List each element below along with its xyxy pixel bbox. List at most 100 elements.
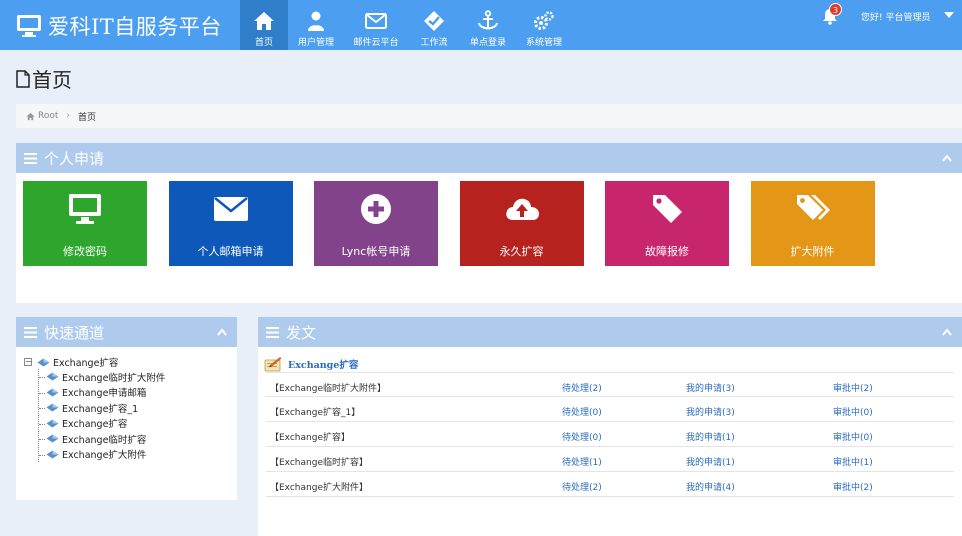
top-navbar: 爱科IT自服务平台 首页 用户管理 邮件云平台 工作流 单点登录 系统管理 3 … xyxy=(0,0,962,50)
tile-change-password[interactable]: 修改密码 xyxy=(23,181,147,266)
nav-mail-cloud[interactable]: 邮件云平台 xyxy=(344,0,408,50)
diamond-node-icon xyxy=(46,434,59,443)
docs-group-header[interactable]: Exchange扩容 xyxy=(264,356,358,372)
pending-link[interactable]: 待处理(0) xyxy=(562,405,602,418)
chevron-up-icon[interactable] xyxy=(942,328,952,336)
nav-user-management[interactable]: 用户管理 xyxy=(288,0,344,50)
tile-label: 故障报修 xyxy=(645,245,689,258)
pending-link[interactable]: 待处理(1) xyxy=(562,455,602,468)
tree-item[interactable]: Exchange扩容_1 xyxy=(38,400,165,416)
tile-mailbox-application[interactable]: 个人邮箱申请 xyxy=(168,181,293,266)
doc-name: 【Exchange扩容】 xyxy=(270,433,350,443)
tile-permanent-expansion[interactable]: 永久扩容 xyxy=(459,181,584,266)
table-row: 【Exchange扩大附件】 待处理(2) 我的申请(4) 审批中(2) xyxy=(266,472,954,497)
tile-fault-report[interactable]: 故障报修 xyxy=(605,181,729,266)
page-title: 首页 xyxy=(16,64,72,93)
user-menu-caret-icon[interactable] xyxy=(944,12,954,18)
personal-panel-header: 个人申请 xyxy=(16,143,962,173)
brand-title: 爱科IT自服务平台 xyxy=(48,15,222,39)
page-title-text: 首页 xyxy=(32,68,72,92)
tree-item-label: Exchange扩大附件 xyxy=(62,450,147,462)
tree-item-label: Exchange申请邮箱 xyxy=(62,388,147,400)
nav-system-management-label: 系统管理 xyxy=(525,38,562,48)
docs-table: 【Exchange临时扩大附件】 待处理(2) 我的申请(3) 审批中(2) 【… xyxy=(266,372,954,497)
collapse-toggle-icon[interactable]: − xyxy=(24,358,32,366)
chevron-up-icon[interactable] xyxy=(942,154,952,162)
tile-lync-account[interactable]: Lync帐号申请 xyxy=(314,181,438,266)
nav-user-management-label: 用户管理 xyxy=(297,38,334,48)
pending-link[interactable]: 待处理(2) xyxy=(562,480,602,493)
check-badge-icon xyxy=(424,11,444,31)
user-greeting[interactable]: 您好! 平台管理员 xyxy=(861,10,930,23)
nav-sso-label: 单点登录 xyxy=(469,38,506,48)
my-applications-link[interactable]: 我的申请(3) xyxy=(686,405,735,418)
quick-panel-header: 快速通道 xyxy=(16,317,237,347)
tags-icon xyxy=(796,195,830,220)
tile-label: 永久扩容 xyxy=(499,245,544,258)
diamond-node-icon xyxy=(46,450,59,459)
breadcrumb: Root › 首页 xyxy=(16,104,962,128)
nav-workflow-label: 工作流 xyxy=(420,38,448,48)
list-icon xyxy=(24,326,37,338)
nav-mail-cloud-label: 邮件云平台 xyxy=(353,38,399,48)
nav-home[interactable]: 首页 xyxy=(240,0,288,50)
main-nav: 首页 用户管理 邮件云平台 工作流 单点登录 系统管理 xyxy=(240,0,572,50)
gears-icon xyxy=(534,11,554,30)
tree-item[interactable]: Exchange临时扩容 xyxy=(38,431,165,447)
approving-link[interactable]: 审批中(2) xyxy=(833,381,873,394)
breadcrumb-root[interactable]: Root xyxy=(38,111,58,121)
my-applications-link[interactable]: 我的申请(3) xyxy=(686,381,735,394)
pending-link[interactable]: 待处理(0) xyxy=(562,430,602,443)
breadcrumb-current: 首页 xyxy=(78,112,97,123)
nav-home-label: 首页 xyxy=(254,38,273,48)
nav-workflow[interactable]: 工作流 xyxy=(408,0,460,50)
notification-badge: 3 xyxy=(829,3,842,16)
table-row: 【Exchange临时扩大附件】 待处理(2) 我的申请(3) 审批中(2) xyxy=(266,372,954,397)
document-icon xyxy=(16,69,30,88)
monitor-icon xyxy=(17,15,41,37)
docs-group-title: Exchange扩容 xyxy=(288,360,359,371)
nav-sso[interactable]: 单点登录 xyxy=(460,0,516,50)
notebook-pen-icon xyxy=(264,357,282,372)
tree-root[interactable]: − Exchange扩容 xyxy=(24,355,165,369)
table-row: 【Exchange临时扩容】 待处理(1) 我的申请(1) 审批中(1) xyxy=(266,447,954,472)
diamond-node-icon xyxy=(46,388,59,397)
monitor-icon xyxy=(69,194,101,224)
approving-link[interactable]: 审批中(0) xyxy=(833,405,873,418)
envelope-icon xyxy=(213,197,248,221)
home-icon xyxy=(254,12,274,30)
tag-icon xyxy=(653,195,682,223)
tree-children: Exchange临时扩大附件 Exchange申请邮箱 Exchange扩容_1… xyxy=(38,369,165,462)
doc-name: 【Exchange临时扩容】 xyxy=(270,458,368,468)
doc-name: 【Exchange扩容_1】 xyxy=(270,408,361,418)
docs-panel-title: 发文 xyxy=(286,323,317,342)
my-applications-link[interactable]: 我的申请(4) xyxy=(686,480,735,493)
quick-tree: − Exchange扩容 Exchange临时扩大附件 Exchange申请邮箱… xyxy=(24,355,165,462)
tree-item[interactable]: Exchange申请邮箱 xyxy=(38,385,165,401)
table-row: 【Exchange扩容_1】 待处理(0) 我的申请(3) 审批中(0) xyxy=(266,397,954,422)
tile-enlarge-attachment[interactable]: 扩大附件 xyxy=(750,181,875,266)
tile-label: 修改密码 xyxy=(63,245,107,258)
chevron-up-icon[interactable] xyxy=(217,328,227,336)
tree-item[interactable]: Exchange扩大附件 xyxy=(38,447,165,463)
nav-system-management[interactable]: 系统管理 xyxy=(516,0,572,50)
approving-link[interactable]: 审批中(2) xyxy=(833,480,873,493)
diamond-node-icon xyxy=(46,403,59,412)
tree-item[interactable]: Exchange扩容 xyxy=(38,416,165,432)
tile-label: Lync帐号申请 xyxy=(341,245,411,258)
tree-item-label: Exchange临时扩大附件 xyxy=(62,372,166,384)
approving-link[interactable]: 审批中(1) xyxy=(833,455,873,468)
tree-item[interactable]: Exchange临时扩大附件 xyxy=(38,369,166,385)
brand[interactable]: 爱科IT自服务平台 xyxy=(16,11,222,41)
list-icon xyxy=(266,326,279,338)
my-applications-link[interactable]: 我的申请(1) xyxy=(686,430,735,443)
breadcrumb-separator: › xyxy=(66,111,70,121)
tree-item-label: Exchange扩容 xyxy=(62,419,128,431)
my-applications-link[interactable]: 我的申请(1) xyxy=(686,455,735,468)
pending-link[interactable]: 待处理(2) xyxy=(562,381,602,394)
envelope-icon xyxy=(365,13,387,29)
home-icon xyxy=(26,112,35,120)
plus-circle-icon xyxy=(361,194,391,224)
tile-label: 扩大附件 xyxy=(790,245,835,258)
approving-link[interactable]: 审批中(0) xyxy=(833,430,873,443)
